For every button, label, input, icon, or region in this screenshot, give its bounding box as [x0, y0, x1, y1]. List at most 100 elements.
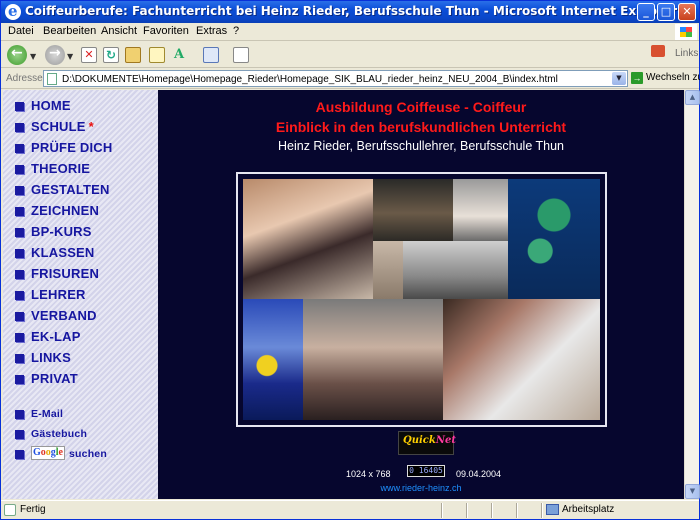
nav-bullet-icon: [15, 102, 24, 111]
page-title-line2: Einblick in den berufskundlichen Unterri…: [275, 119, 567, 135]
edit-icon[interactable]: [233, 47, 249, 63]
address-label: Adresse: [6, 73, 43, 84]
close-button[interactable]: ✕: [678, 3, 696, 21]
forward-icon[interactable]: [45, 45, 65, 65]
menu-favoriten[interactable]: Favoriten: [143, 25, 189, 37]
status-separator: [516, 503, 518, 518]
window-title: Coiffeurberufe: Fachunterricht bei Heinz…: [25, 4, 678, 18]
status-text: Fertig: [20, 504, 46, 515]
maximize-button[interactable]: □: [657, 3, 675, 21]
vertical-scrollbar[interactable]: ▲ ▼: [684, 90, 700, 499]
menu-datei[interactable]: Datei: [8, 25, 34, 37]
browser-window: Coiffeurberufe: Fachunterricht bei Heinz…: [0, 0, 700, 520]
menu-bearbeiten[interactable]: Bearbeiten: [43, 25, 96, 37]
computer-room-photo: [403, 241, 508, 299]
painting-photo: [243, 299, 303, 420]
tree-artwork-photo: [508, 179, 600, 299]
status-separator: [541, 503, 543, 518]
nav-label: ZEICHNEN: [31, 203, 100, 218]
nav-bullet-icon: [15, 270, 24, 279]
nav-bullet-icon: [15, 430, 24, 439]
date-text: 09.04.2004: [456, 469, 502, 479]
windows-logo-icon: [675, 24, 697, 40]
address-bar: Adresse ▼ → Wechseln zu: [1, 69, 700, 89]
address-box[interactable]: ▼: [43, 70, 628, 87]
back-dropdown-icon[interactable]: ▼: [30, 52, 36, 61]
quicknet-logo-text: QuickNet: [403, 435, 456, 446]
nav-label: Gästebuch: [31, 428, 88, 440]
nav-label: GESTALTEN: [31, 182, 110, 197]
page-title: Ausbildung Coiffeuse - Coiffeur: [315, 99, 527, 115]
page-content: HOME SCHULE * PRÜFE DICH THEORIE GESTALTE…: [3, 90, 684, 499]
nav-bullet-icon: [15, 144, 24, 153]
nav-label: PRIVAT: [31, 371, 78, 386]
student-photo: [373, 241, 403, 299]
menu-bar: Datei Bearbeiten Ansicht Favoriten Extra…: [1, 23, 699, 41]
nav-bullet-icon: [15, 410, 24, 419]
resolution-text: 1024 x 768: [346, 469, 391, 479]
back-icon[interactable]: [7, 45, 27, 65]
nav-bullet-icon: [15, 450, 24, 459]
nav-bullet-icon: [15, 249, 24, 258]
page-subtitle: Heinz Rieder, Berufsschullehrer, Berufss…: [277, 139, 565, 153]
main-panel: Ausbildung Coiffeuse - Coiffeur Einblick…: [158, 90, 684, 499]
font-icon[interactable]: A: [171, 47, 187, 63]
site-link[interactable]: www.rieder-heinz.ch: [158, 483, 684, 493]
ie-icon: [5, 2, 21, 20]
nav-bullet-icon: [15, 354, 24, 363]
nav-label: BP-KURS: [31, 224, 92, 239]
status-separator: [466, 503, 468, 518]
nav-bullet-icon: [15, 375, 24, 384]
favorites-icon[interactable]: [149, 47, 165, 63]
google-logo: Google: [31, 446, 65, 460]
title-bar[interactable]: Coiffeurberufe: Fachunterricht bei Heinz…: [1, 1, 699, 23]
links-label[interactable]: Links: [675, 48, 698, 59]
left-navigation: HOME SCHULE * PRÜFE DICH THEORIE GESTALTE…: [3, 90, 158, 499]
stop-icon[interactable]: ✕: [81, 47, 97, 63]
group-photo: [373, 179, 453, 241]
go-button[interactable]: → Wechseln zu: [631, 71, 700, 87]
nav-bullet-icon: [15, 291, 24, 300]
visitor-counter: 0 16405: [407, 465, 445, 477]
nav-label: LINKS: [31, 350, 71, 365]
scroll-up-icon[interactable]: ▲: [685, 90, 700, 105]
nav-label: THEORIE: [31, 161, 91, 176]
quicknet-logo[interactable]: QuickNet: [398, 431, 456, 455]
nav-label: EK-LAP: [31, 329, 81, 344]
nav-label: SCHULE *: [31, 119, 94, 134]
address-dropdown-icon[interactable]: ▼: [612, 72, 626, 85]
menu-ansicht[interactable]: Ansicht: [101, 25, 137, 37]
photo-frame: [236, 172, 607, 427]
page-icon: [47, 73, 57, 85]
computer-zone-icon: [546, 504, 559, 515]
nav-bullet-icon: [15, 312, 24, 321]
address-input[interactable]: [62, 72, 607, 86]
home-icon[interactable]: [125, 47, 141, 63]
status-bar: Fertig Arbeitsplatz: [1, 500, 699, 519]
refresh-icon[interactable]: ↻: [103, 47, 119, 63]
page-done-icon: [4, 504, 16, 516]
zone-text: Arbeitsplatz: [562, 504, 615, 515]
nav-label: PRÜFE DICH: [31, 140, 113, 155]
nav-bullet-icon: [15, 207, 24, 216]
students-studying-photo: [443, 299, 600, 420]
nav-bullet-icon: [15, 165, 24, 174]
nav-label: KLASSEN: [31, 245, 95, 260]
toolbar-extra-icon[interactable]: [651, 45, 665, 57]
nav-label: HOME: [31, 98, 71, 113]
nav-label: VERBAND: [31, 308, 97, 323]
nav-label: LEHRER: [31, 287, 86, 302]
photo-collage: [243, 179, 600, 420]
forward-dropdown-icon[interactable]: ▼: [67, 52, 73, 61]
go-label: Wechseln zu: [646, 72, 700, 83]
menu-extras[interactable]: Extras: [196, 25, 227, 37]
menu-help[interactable]: ?: [233, 25, 239, 37]
toolbar: ▼ ▼ ✕ ↻ A Links: [1, 42, 699, 68]
minimize-button[interactable]: _: [637, 3, 655, 21]
nav-bullet-icon: [15, 333, 24, 342]
mail-icon[interactable]: [203, 47, 219, 63]
go-arrow-icon: →: [631, 72, 643, 84]
scroll-down-icon[interactable]: ▼: [685, 484, 700, 499]
student-drawing-photo: [243, 179, 373, 299]
classroom-photo: [453, 179, 508, 241]
